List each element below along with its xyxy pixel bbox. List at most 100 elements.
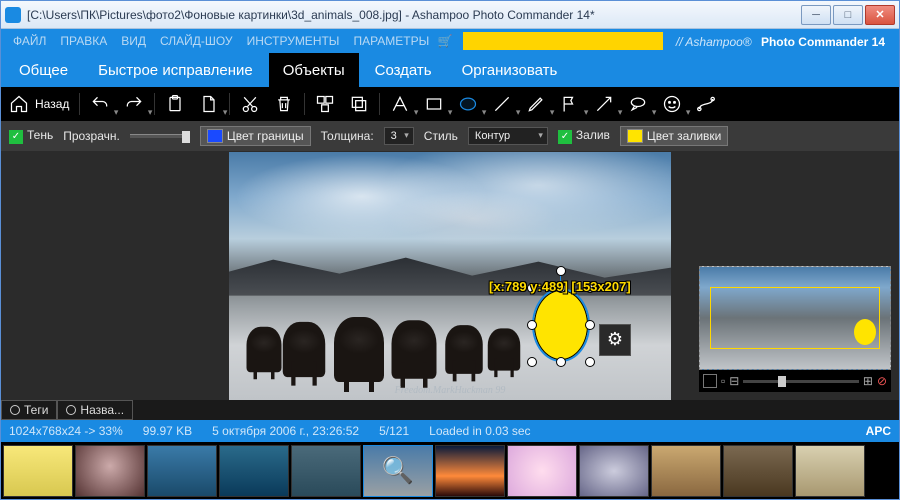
menu-slideshow[interactable]: СЛАЙД-ШОУ [154,32,239,50]
search-input[interactable] [463,32,663,50]
thumbnail[interactable] [147,445,217,497]
thumbnail[interactable] [291,445,361,497]
canvas-area: Freedom.MarkHuckman 99 ⚙ [x:789 y:489] [ [1,151,899,400]
window-title: [C:\Users\ПК\Pictures\фото2\Фоновые карт… [27,8,799,22]
nav-zoom-in-icon[interactable]: ⊞ [863,374,873,388]
thumbnail[interactable] [795,445,865,497]
text-tool[interactable]: ▾ [386,90,414,118]
delete-button[interactable] [270,90,298,118]
bottom-tags: Теги Назва... [1,400,899,420]
smiley-tool[interactable]: ▾ [658,90,686,118]
callout-tool[interactable]: ▾ [624,90,652,118]
border-color-button[interactable]: Цвет границы [200,126,311,146]
status-mode: APC [866,424,891,438]
rotate-handle[interactable] [556,266,566,276]
tab-general[interactable]: Общее [5,53,82,87]
tab-create[interactable]: Создать [361,53,446,87]
watermark: Freedom.MarkHuckman 99 [395,385,506,396]
tab-quickfix[interactable]: Быстрое исправление [84,53,267,87]
status-index: 5/121 [379,424,409,438]
thumbnail[interactable] [219,445,289,497]
nav-close-icon[interactable]: ⊘ [877,374,887,388]
fill-checkbox[interactable]: ✓Залив [558,128,610,144]
tags-tab[interactable]: Теги [1,400,57,420]
status-loaded: Loaded in 0.03 sec [429,424,530,438]
navigator-viewport[interactable] [710,287,880,349]
menu-file[interactable]: ФАЙЛ [7,32,52,50]
menu-edit[interactable]: ПРАВКА [54,32,113,50]
ellipse-tool[interactable]: ▾ [454,90,482,118]
object-settings-button[interactable]: ⚙ [599,324,631,356]
selected-ellipse-object[interactable] [532,288,590,362]
property-bar: ✓Тень Прозрачн. Цвет границы Толщина: 3 … [1,121,899,151]
pencil-tool[interactable]: ▾ [522,90,550,118]
arrow-tool[interactable]: ▾ [590,90,618,118]
status-dimensions: 1024x768x24 -> 33% [9,424,123,438]
style-select[interactable]: Контур [468,127,548,145]
group-button[interactable] [311,90,339,118]
menu-tools[interactable]: ИНСТРУМЕНТЫ [241,32,346,50]
nav-zoom-out-icon[interactable]: ⊟ [729,374,739,388]
status-bar: 1024x768x24 -> 33% 99.97 KB 5 октября 20… [1,420,899,442]
coordinate-readout: [x:789 y:489] [153x207] [489,279,631,294]
thumbnail[interactable] [579,445,649,497]
photo-image[interactable]: Freedom.MarkHuckman 99 ⚙ [229,152,671,400]
undo-button[interactable]: ▾ [86,90,114,118]
name-tab[interactable]: Назва... [57,400,133,420]
cart-icon[interactable]: 🛒 [437,33,453,49]
back-label[interactable]: Назад [35,97,69,111]
app-icon [5,7,21,23]
home-button[interactable] [5,90,33,118]
clipboard-button[interactable] [161,90,189,118]
resize-handle[interactable] [527,320,537,330]
thumbnail[interactable] [3,445,73,497]
status-date: 5 октября 2006 г., 23:26:52 [212,424,359,438]
shadow-checkbox[interactable]: ✓Тень [9,128,53,144]
thickness-label: Толщина: [321,129,374,143]
line-tool[interactable]: ▾ [488,90,516,118]
object-toolbar: Назад ▾ ▾ ▾ ▾ ▾ ▾ ▾ ▾ ▾ ▾ ▾ ▾ [1,87,899,121]
opacity-control[interactable]: Прозрачн. [63,129,120,143]
flag-tool[interactable]: ▾ [556,90,584,118]
copy-button[interactable] [345,90,373,118]
opacity-slider[interactable] [130,134,190,138]
resize-handle[interactable] [585,320,595,330]
fill-color-button[interactable]: Цвет заливки [620,126,728,146]
status-filesize: 99.97 KB [143,424,192,438]
tab-organize[interactable]: Организовать [448,53,572,87]
navigator-controls: ▫ ⊟ ⊞ ⊘ [699,370,891,392]
minimize-button[interactable]: ─ [801,5,831,25]
main-tabs: Общее Быстрое исправление Объекты Создат… [1,53,899,87]
resize-handle[interactable] [556,357,566,367]
nav-100-icon[interactable]: ▫ [721,374,725,388]
cut-button[interactable] [236,90,264,118]
brand-label: // Ashampoo® Photo Commander 14 [670,33,893,50]
thumbnail[interactable] [651,445,721,497]
navigator-panel: ▫ ⊟ ⊞ ⊘ [699,266,891,392]
close-button[interactable]: ✕ [865,5,895,25]
thickness-select[interactable]: 3 [384,127,414,145]
navigator-preview[interactable] [699,266,891,370]
tab-objects[interactable]: Объекты [269,53,359,87]
thumbnail[interactable] [75,445,145,497]
thumbnail-strip[interactable]: 🔍 [1,442,899,499]
file-button[interactable]: ▾ [195,90,223,118]
redo-button[interactable]: ▾ [120,90,148,118]
maximize-button[interactable]: □ [833,5,863,25]
thumbnail[interactable] [723,445,793,497]
thumbnail[interactable] [507,445,577,497]
curve-tool[interactable] [692,90,720,118]
app-window: [C:\Users\ПК\Pictures\фото2\Фоновые карт… [0,0,900,500]
menu-options[interactable]: ПАРАМЕТРЫ [347,32,435,50]
rect-tool[interactable]: ▾ [420,90,448,118]
menubar: ФАЙЛ ПРАВКА ВИД СЛАЙД-ШОУ ИНСТРУМЕНТЫ ПА… [1,29,899,53]
thumbnail[interactable]: 🔍 [363,445,433,497]
titlebar[interactable]: [C:\Users\ПК\Pictures\фото2\Фоновые карт… [1,1,899,29]
style-label: Стиль [424,129,458,143]
resize-handle[interactable] [527,357,537,367]
zoom-slider[interactable] [743,380,859,383]
resize-handle[interactable] [585,357,595,367]
menu-view[interactable]: ВИД [115,32,152,50]
nav-fit-icon[interactable] [703,374,717,388]
thumbnail[interactable] [435,445,505,497]
